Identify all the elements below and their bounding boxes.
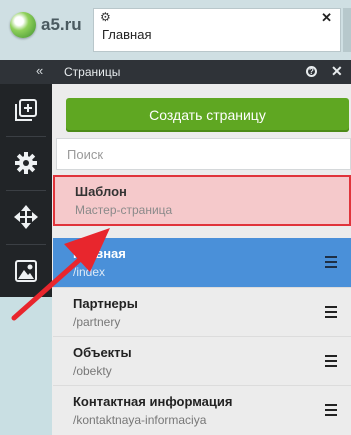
page-item-contacts[interactable]: Контактная информация /kontaktnaya-infor…: [53, 385, 351, 434]
panel-header: « Страницы ? ✕: [0, 60, 351, 84]
page-name: Партнеры: [73, 296, 138, 311]
logo-text: a5.ru: [41, 15, 82, 34]
page-name: Объекты: [73, 345, 132, 360]
tab-title: Главная: [102, 27, 152, 42]
drag-handle-icon[interactable]: [325, 355, 337, 370]
top-bar: a5.ru ⚙ ✕ Главная: [0, 0, 351, 60]
page-tab[interactable]: ⚙ ✕ Главная: [93, 8, 341, 52]
page-path: /index: [73, 265, 106, 279]
create-page-button[interactable]: Создать страницу: [66, 98, 349, 132]
site-logo[interactable]: a5.ru: [10, 12, 82, 38]
panel-title: Страницы: [64, 65, 121, 79]
drag-handle-icon[interactable]: [325, 306, 337, 321]
page-name: Шаблон: [75, 184, 127, 199]
page-name: Контактная информация: [73, 394, 233, 409]
left-toolbar: [0, 84, 52, 297]
scrollbar[interactable]: [343, 8, 351, 52]
search-box: [56, 138, 351, 170]
settings-tool[interactable]: [0, 137, 52, 189]
gear-icon: [15, 152, 37, 174]
image-icon: [15, 260, 37, 282]
page-path: Мастер-страница: [75, 203, 173, 217]
page-path: /obekty: [73, 364, 112, 378]
move-arrows-icon: [14, 205, 38, 229]
add-page-icon: [15, 99, 37, 121]
page-item-home[interactable]: Главная /index: [53, 238, 351, 287]
tab-gear-icon[interactable]: ⚙: [100, 10, 111, 24]
help-icon[interactable]: ?: [306, 66, 317, 77]
tab-close-icon[interactable]: ✕: [321, 10, 332, 26]
page-name: Главная: [73, 246, 126, 261]
add-page-tool[interactable]: [0, 84, 52, 136]
search-input[interactable]: [57, 139, 350, 169]
drag-handle-icon[interactable]: [325, 404, 337, 419]
close-panel-icon[interactable]: ✕: [331, 63, 343, 80]
collapse-panel-button[interactable]: «: [36, 63, 43, 78]
media-tool[interactable]: [0, 245, 52, 297]
side-background: [0, 297, 52, 435]
page-item-partners[interactable]: Партнеры /partnery: [53, 287, 351, 336]
page-item-objects[interactable]: Объекты /obekty: [53, 336, 351, 385]
page-path: /kontaktnaya-informaciya: [73, 413, 207, 427]
logo-globe-icon: [10, 12, 36, 38]
page-path: /partnery: [73, 315, 121, 329]
page-item-template[interactable]: Шаблон Мастер-страница: [53, 175, 351, 226]
pages-panel: Создать страницу Шаблон Мастер-страница …: [52, 84, 351, 435]
drag-handle-icon[interactable]: [325, 256, 337, 271]
move-tool[interactable]: [0, 191, 52, 243]
